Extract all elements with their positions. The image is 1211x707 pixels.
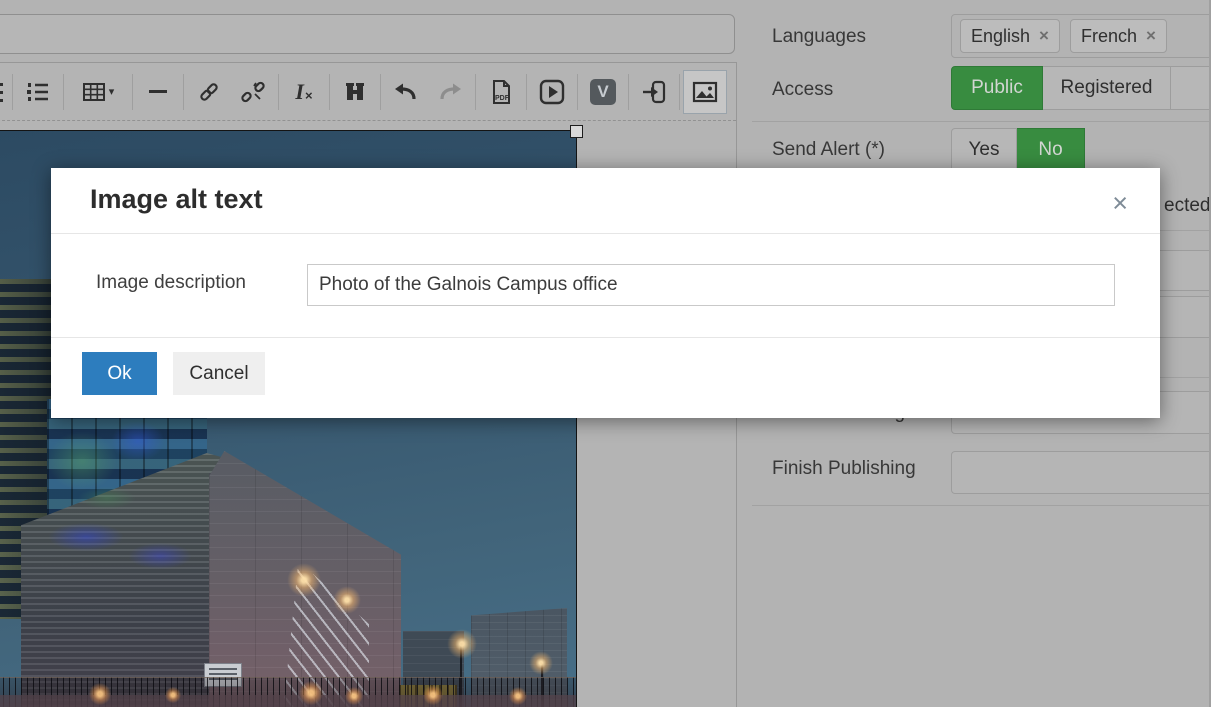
lamp-glow [529, 651, 553, 675]
undo-button[interactable] [384, 70, 428, 114]
toolbar-separator [380, 74, 381, 110]
horizontal-rule-icon [149, 90, 167, 93]
image-button[interactable] [683, 70, 727, 114]
section-divider [752, 505, 1211, 506]
lamp-glow [333, 586, 361, 614]
find-replace-button[interactable] [333, 70, 377, 114]
toolbar-separator [577, 74, 578, 110]
access-label: Access [772, 79, 833, 101]
table-icon [82, 80, 106, 104]
numbered-list-button[interactable] [16, 70, 60, 114]
media-button[interactable] [530, 70, 574, 114]
send-alert-button-group: Yes No [951, 128, 1085, 172]
languages-label: Languages [772, 26, 866, 48]
language-tag: English × [960, 19, 1060, 53]
pdf-icon: PDF [489, 79, 513, 105]
access-registered-button[interactable]: Registered [1043, 66, 1171, 110]
table-button[interactable]: ▾ [67, 70, 129, 114]
embed-insert-button[interactable] [632, 70, 676, 114]
editor-toolbar: ▾ I× [0, 63, 736, 121]
partial-message-text: ected. [1164, 195, 1211, 217]
finish-publishing-label: Finish Publishing [772, 458, 916, 480]
redo-icon [437, 80, 463, 104]
access-public-button[interactable]: Public [951, 66, 1043, 110]
clear-formatting-button[interactable]: I× [282, 70, 326, 114]
image-resize-handle[interactable] [570, 125, 583, 138]
redo-button[interactable] [428, 70, 472, 114]
chevron-down-icon: ▾ [109, 85, 115, 98]
dialog-title: Image alt text [90, 184, 263, 215]
remove-tag-icon[interactable]: × [1146, 26, 1156, 46]
row-divider [752, 121, 1211, 122]
cancel-button[interactable]: Cancel [173, 352, 265, 395]
link-button[interactable] [187, 70, 231, 114]
toolbar-separator [526, 74, 527, 110]
binoculars-icon [343, 80, 367, 104]
toolbar-separator [278, 74, 279, 110]
finish-publishing-input[interactable] [951, 451, 1211, 494]
unlink-icon [241, 80, 265, 104]
toolbar-separator [679, 74, 680, 110]
toolbar-separator [475, 74, 476, 110]
access-group-button[interactable]: Gr [1171, 66, 1211, 110]
toolbar-separator [183, 74, 184, 110]
ok-button[interactable]: Ok [82, 352, 157, 395]
toolbar-separator [63, 74, 64, 110]
lamp-glow [287, 563, 321, 597]
bullet-list-icon[interactable] [0, 80, 7, 104]
insert-into-frame-icon [641, 79, 667, 105]
vimeo-button[interactable]: V [581, 70, 625, 114]
toolbar-separator [628, 74, 629, 110]
toolbar-separator [329, 74, 330, 110]
toolbar-separator [132, 74, 133, 110]
send-alert-no-button[interactable]: No [1017, 128, 1085, 172]
lamp-glow [447, 629, 477, 659]
languages-select[interactable]: English × French × [951, 14, 1211, 58]
dialog-header-divider [51, 233, 1160, 234]
send-alert-yes-button[interactable]: Yes [951, 128, 1017, 172]
vimeo-icon: V [590, 79, 616, 105]
numbered-list-icon [26, 80, 50, 104]
horizontal-rule-button[interactable] [136, 70, 180, 114]
image-icon [692, 80, 718, 104]
image-alt-text-dialog: Image alt text × Image description Ok Ca… [51, 168, 1160, 418]
language-tag: French × [1070, 19, 1167, 53]
link-icon [197, 80, 221, 104]
close-icon[interactable]: × [1112, 190, 1128, 217]
export-pdf-button[interactable]: PDF [479, 70, 523, 114]
page-title-input[interactable] [0, 14, 735, 54]
dialog-footer-divider [51, 337, 1160, 338]
toolbar-separator [12, 74, 13, 110]
remove-tag-icon[interactable]: × [1039, 26, 1049, 46]
play-icon [539, 79, 565, 105]
unlink-button[interactable] [231, 70, 275, 114]
svg-text:PDF: PDF [495, 95, 510, 102]
image-description-input[interactable] [307, 264, 1115, 306]
clear-formatting-icon: I [295, 79, 304, 105]
undo-icon [393, 80, 419, 104]
image-description-label: Image description [96, 272, 246, 294]
access-button-group: Public Registered Gr [951, 66, 1211, 110]
send-alert-label: Send Alert (*) [772, 139, 885, 161]
